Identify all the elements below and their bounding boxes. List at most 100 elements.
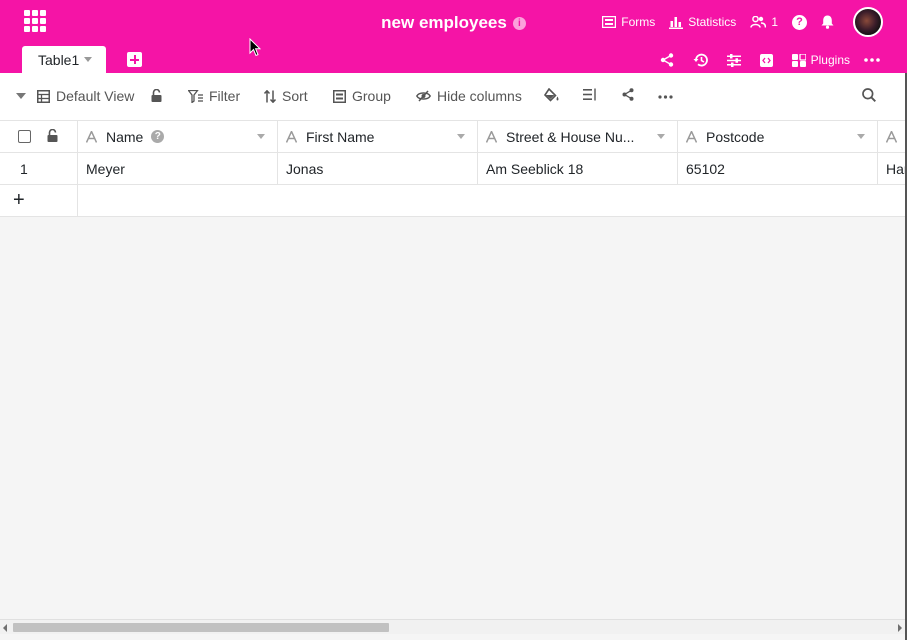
bell-icon <box>821 15 834 29</box>
lock-icon[interactable] <box>47 129 58 142</box>
statistics-link[interactable]: Statistics <box>669 15 736 29</box>
add-row-icon[interactable]: + <box>0 185 78 216</box>
base-info-icon[interactable]: i <box>512 17 526 30</box>
view-selector[interactable]: Default View <box>37 88 134 104</box>
column-header-partial[interactable] <box>878 121 907 152</box>
table-tools: Plugins <box>646 48 885 72</box>
app-header: new employees i Forms Statistics 1 ? Tabl… <box>0 0 907 73</box>
row-height-icon <box>583 88 596 101</box>
tab-table1[interactable]: Table1 <box>22 46 106 73</box>
table-row[interactable]: 1 Meyer Jonas Am Seeblick 18 65102 Har <box>0 153 907 185</box>
view-label: Default View <box>56 88 135 104</box>
toolbar-more-button[interactable] <box>658 95 679 99</box>
forms-label: Forms <box>621 15 656 29</box>
text-type-icon <box>286 130 297 143</box>
plugins-icon <box>791 53 806 67</box>
column-header-name[interactable]: Name ? <box>78 121 278 152</box>
select-all-checkbox[interactable] <box>18 130 31 143</box>
column-header-street[interactable]: Street & House Nu... <box>478 121 678 152</box>
script-button[interactable] <box>759 53 778 67</box>
hide-columns-button[interactable]: Hide columns <box>416 88 522 104</box>
add-table-icon[interactable] <box>127 52 142 67</box>
lock-view-button[interactable] <box>151 89 168 102</box>
forms-link[interactable]: Forms <box>602 15 655 29</box>
group-label: Group <box>352 88 391 104</box>
sort-button[interactable]: Sort <box>264 88 308 104</box>
collapse-views-button[interactable] <box>16 93 26 99</box>
view-toolbar: Default View Filter Sort Group Hide colu… <box>0 73 907 121</box>
sliders-icon <box>726 53 741 67</box>
more-horizontal-icon <box>658 95 673 99</box>
scrollbar-thumb[interactable] <box>13 623 389 632</box>
column-header-postcode[interactable]: Postcode <box>678 121 878 152</box>
share-icon <box>622 88 634 101</box>
search-icon <box>862 88 876 102</box>
eye-slash-icon <box>416 90 431 102</box>
paint-bucket-icon <box>544 88 559 102</box>
column-name-label: Postcode <box>706 128 765 145</box>
share-button[interactable] <box>660 53 679 67</box>
column-name-label: First Name <box>306 128 375 145</box>
column-dropdown-icon[interactable] <box>857 134 865 139</box>
cell-name[interactable]: Meyer <box>78 153 278 184</box>
share-view-button[interactable] <box>622 88 640 101</box>
table-view-icon <box>37 89 50 103</box>
search-button[interactable] <box>862 88 882 102</box>
collaborators-count: 1 <box>771 15 778 29</box>
sort-label: Sort <box>282 88 308 104</box>
group-button[interactable]: Group <box>333 88 391 104</box>
more-options-button[interactable] <box>864 58 885 62</box>
scroll-right-icon[interactable] <box>898 624 902 632</box>
cell-partial[interactable]: Har <box>878 153 907 184</box>
header-actions: Forms Statistics 1 ? <box>588 7 883 37</box>
lock-icon <box>151 89 162 102</box>
column-name-label: Street & House Nu... <box>506 128 635 145</box>
settings-sliders-button[interactable] <box>726 53 746 67</box>
filter-button[interactable]: Filter <box>188 88 240 104</box>
plugins-button[interactable]: Plugins <box>791 53 850 67</box>
apps-grid-icon[interactable] <box>24 10 46 32</box>
more-horizontal-icon <box>864 58 880 62</box>
row-index[interactable]: 1 <box>0 153 78 184</box>
collaborators-button[interactable]: 1 <box>750 15 778 29</box>
group-icon <box>333 89 346 103</box>
filter-icon <box>188 89 203 103</box>
grid-header-row: Name ? First Name Street & House Nu... P… <box>0 121 907 153</box>
filter-label: Filter <box>209 88 241 104</box>
cell-first-name[interactable]: Jonas <box>278 153 478 184</box>
notifications-button[interactable] <box>821 15 839 29</box>
row-color-button[interactable] <box>544 88 566 102</box>
cell-street[interactable]: Am Seeblick 18 <box>478 153 678 184</box>
caret-down-icon <box>16 93 26 99</box>
text-type-icon <box>686 130 697 143</box>
column-dropdown-icon[interactable] <box>657 134 665 139</box>
scroll-left-icon[interactable] <box>3 624 7 632</box>
history-button[interactable] <box>693 53 713 67</box>
cell-postcode[interactable]: 65102 <box>678 153 878 184</box>
select-all-cell <box>0 121 78 152</box>
tab-label: Table1 <box>38 51 80 68</box>
help-button[interactable]: ? <box>792 14 807 30</box>
horizontal-scrollbar[interactable] <box>0 619 907 634</box>
help-icon: ? <box>792 14 807 30</box>
mouse-pointer-icon <box>249 37 262 62</box>
column-dropdown-icon[interactable] <box>457 134 465 139</box>
column-dropdown-icon[interactable] <box>257 134 265 139</box>
add-row[interactable]: + <box>0 185 907 217</box>
statistics-icon <box>669 16 684 29</box>
plugins-label: Plugins <box>810 53 850 67</box>
column-info-icon[interactable]: ? <box>151 130 165 143</box>
sort-icon <box>264 89 276 103</box>
code-icon <box>759 53 773 67</box>
column-header-first-name[interactable]: First Name <box>278 121 478 152</box>
column-name-label: Name <box>106 128 144 145</box>
text-type-icon <box>886 130 897 143</box>
tab-dropdown-icon[interactable] <box>84 57 93 62</box>
share-icon <box>660 53 673 67</box>
user-avatar[interactable] <box>853 7 883 37</box>
history-icon <box>693 53 708 67</box>
base-title[interactable]: new employees <box>381 13 507 32</box>
row-height-button[interactable] <box>583 88 603 101</box>
hide-columns-label: Hide columns <box>437 88 522 104</box>
users-icon <box>750 16 767 28</box>
